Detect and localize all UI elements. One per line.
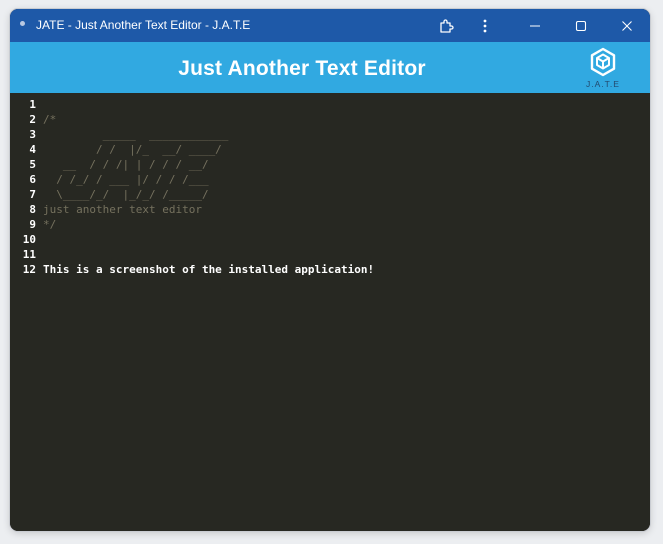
app-window: JATE - Just Another Text Editor - J.A.T.…	[10, 9, 650, 531]
code-line[interactable]: This is a screenshot of the installed ap…	[43, 262, 374, 277]
window-title: JATE - Just Another Text Editor - J.A.T.…	[36, 18, 251, 32]
line-number: 1	[29, 98, 36, 111]
logo-text: J.A.T.E	[586, 79, 620, 89]
more-options-button[interactable]	[462, 9, 508, 42]
code-line[interactable]: / / |/_ __/ ____/	[43, 142, 374, 157]
minimize-button[interactable]	[512, 9, 558, 42]
line-number: 8	[29, 203, 36, 216]
line-number: 10	[22, 233, 36, 246]
close-button[interactable]	[604, 9, 650, 42]
line-number: 2	[29, 113, 36, 126]
maximize-button[interactable]	[558, 9, 604, 42]
app-dot-icon	[20, 21, 25, 26]
code-line[interactable]: \____/_/ |_/_/ /_____/	[43, 187, 374, 202]
line-number: 4	[29, 143, 36, 156]
line-number: 3	[29, 128, 36, 141]
line-number: 5	[29, 158, 36, 171]
app-header: Just Another Text Editor J.A.T.E	[10, 42, 650, 93]
close-icon	[622, 20, 632, 31]
line-number: 11	[22, 248, 36, 261]
code-editor[interactable]: 1 2 3 4 5 6 7 8 9 10 11 12 /* _____ ____…	[10, 93, 650, 531]
line-number: 9	[29, 218, 36, 231]
code-line[interactable]: __ / / /| | / / / __/	[43, 157, 374, 172]
code-line[interactable]	[43, 97, 374, 112]
minimize-icon	[530, 24, 540, 27]
code-line[interactable]: /*	[43, 112, 374, 127]
code-line[interactable]	[43, 247, 374, 262]
code-line[interactable]	[43, 232, 374, 247]
code-content[interactable]: /* _____ ____________ / / |/_ __/ ____/ …	[43, 97, 374, 277]
code-line[interactable]: _____ ____________	[43, 127, 374, 142]
code-line[interactable]: */	[43, 217, 374, 232]
line-number-gutter: 1 2 3 4 5 6 7 8 9 10 11 12	[10, 97, 36, 277]
line-number: 7	[29, 188, 36, 201]
jate-logo-icon	[590, 47, 616, 77]
jate-logo: J.A.T.E	[584, 46, 622, 90]
page-title: Just Another Text Editor	[178, 57, 426, 80]
extension-icon	[440, 18, 454, 33]
code-line[interactable]: / /_/ / ___ |/ / / /___	[43, 172, 374, 187]
maximize-icon	[575, 20, 587, 31]
code-line[interactable]: just another text editor	[43, 202, 374, 217]
line-number: 12	[22, 263, 36, 276]
line-number: 6	[29, 173, 36, 186]
more-vert-icon	[483, 19, 487, 32]
title-bar[interactable]: JATE - Just Another Text Editor - J.A.T.…	[10, 9, 650, 42]
